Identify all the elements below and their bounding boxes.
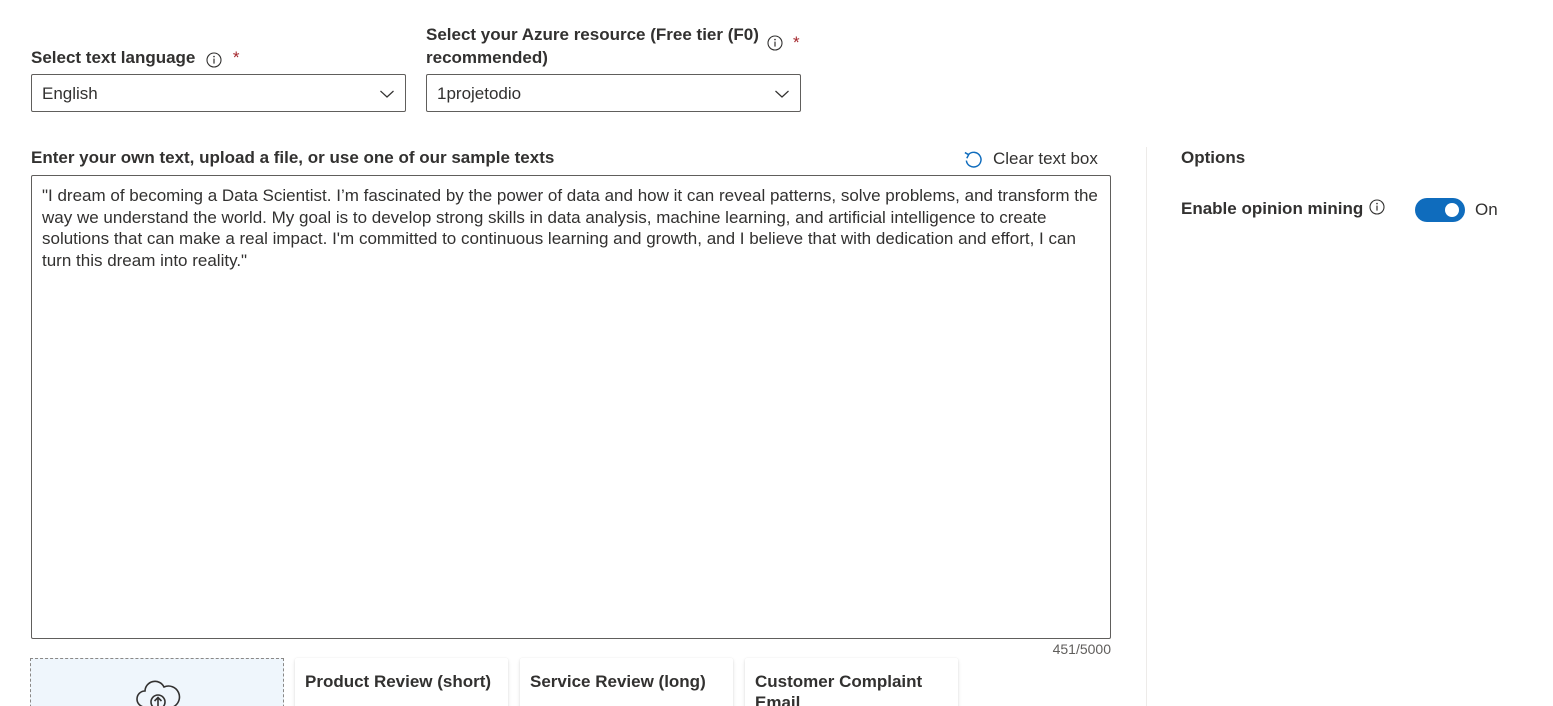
info-icon[interactable] — [1369, 199, 1385, 215]
required-marker: * — [232, 48, 240, 67]
clear-text-label: Clear text box — [993, 149, 1098, 168]
opinion-mining-state: On — [1475, 200, 1498, 219]
resource-label: Select your Azure resource (Free tier (F… — [426, 23, 766, 69]
required-marker: * — [793, 33, 800, 52]
resource-dropdown[interactable]: 1projetodio — [426, 74, 801, 112]
text-input-label: Enter your own text, upload a file, or u… — [31, 148, 555, 167]
opinion-mining-toggle[interactable] — [1415, 198, 1465, 222]
cloud-upload-icon — [136, 680, 181, 706]
resource-selected-value: 1projetodio — [437, 84, 522, 103]
sample-title: Customer Complaint Email — [755, 672, 923, 706]
char-count: 451/5000 — [1052, 641, 1111, 657]
upload-file-card[interactable] — [30, 658, 284, 706]
undo-icon — [964, 151, 982, 168]
options-title: Options — [1181, 148, 1246, 167]
opinion-mining-label: Enable opinion mining — [1181, 199, 1364, 218]
sample-customer-complaint-email[interactable]: Customer Complaint Email — [745, 658, 958, 706]
sample-title: Service Review (long) — [530, 672, 706, 691]
sample-product-review-short[interactable]: Product Review (short) — [295, 658, 508, 706]
language-dropdown[interactable]: English — [31, 74, 406, 112]
panel-divider — [1146, 147, 1147, 706]
language-label-row: Select text language * — [31, 46, 239, 69]
chevron-down-icon — [774, 86, 790, 102]
text-input-area[interactable]: "I dream of becoming a Data Scientist. I… — [31, 175, 1111, 639]
text-input-content: "I dream of becoming a Data Scientist. I… — [42, 186, 1103, 270]
info-icon[interactable] — [206, 51, 222, 68]
sample-title: Product Review (short) — [305, 672, 492, 691]
resource-label-line1: Select your Azure resource (Free tier (F… — [426, 25, 759, 44]
resource-label-line2: recommended) — [426, 48, 548, 67]
clear-text-button[interactable]: Clear text box — [963, 147, 1098, 171]
language-label: Select text language — [31, 48, 196, 67]
toggle-knob — [1445, 203, 1459, 217]
sample-service-review-long[interactable]: Service Review (long) — [520, 658, 733, 706]
info-icon[interactable] — [767, 35, 783, 51]
chevron-down-icon — [379, 86, 395, 102]
language-selected-value: English — [42, 84, 98, 103]
language-studio-panel: Select text language * English Select yo… — [0, 0, 1553, 706]
